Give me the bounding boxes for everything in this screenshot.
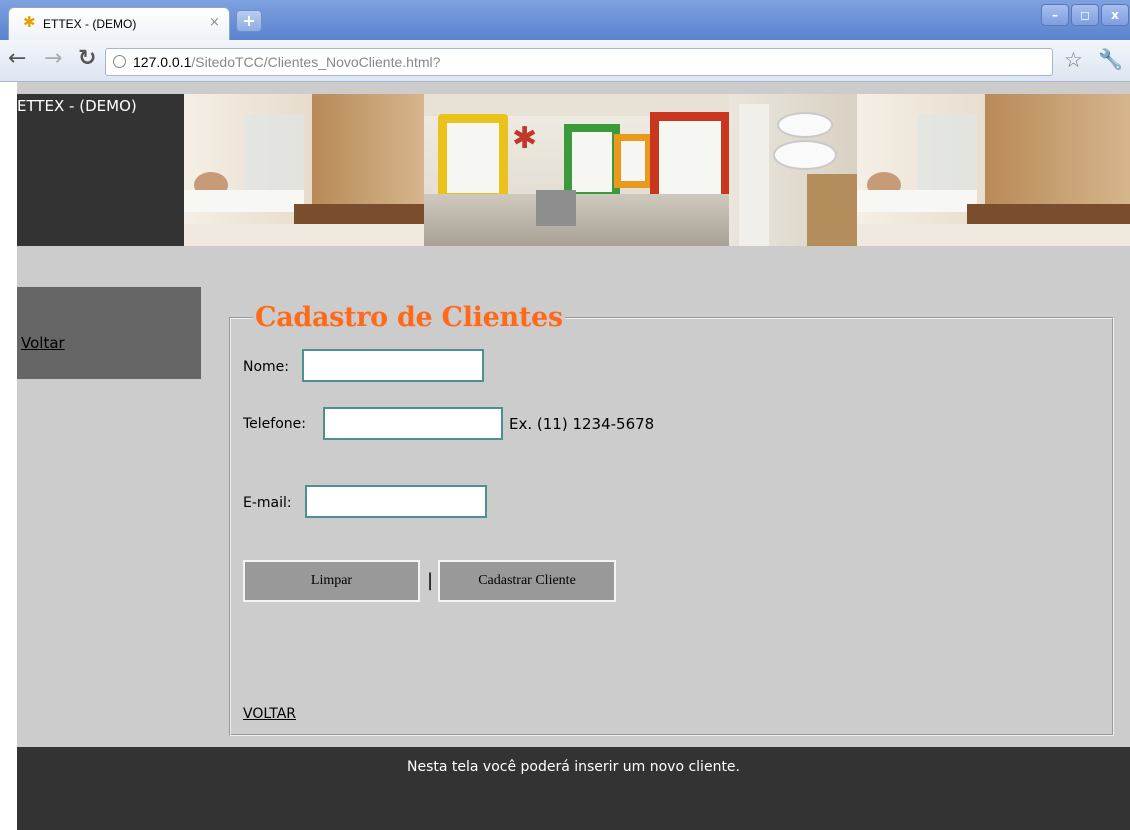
- url-host: 127.0.0.1: [133, 54, 192, 70]
- new-tab-button[interactable]: +: [236, 10, 262, 32]
- email-label: E-mail:: [243, 495, 292, 511]
- forward-arrow-icon[interactable]: →: [44, 48, 62, 70]
- reload-icon[interactable]: ↻: [78, 48, 96, 70]
- salon-mirrors-panel: ✱: [424, 94, 729, 246]
- email-input[interactable]: [305, 485, 487, 518]
- close-window-button[interactable]: x: [1101, 4, 1129, 26]
- maximize-button[interactable]: ◻: [1071, 4, 1099, 26]
- address-bar[interactable]: 127.0.0.1/SitedoTCC/Clientes_NovoCliente…: [105, 48, 1053, 76]
- url-path: /SitedoTCC/Clientes_NovoCliente.html?: [191, 54, 441, 70]
- page-body: ETTEX - (DEMO) ✱ Voltar Cadastro de Clie…: [17, 82, 1130, 830]
- sidebar: Voltar: [17, 287, 201, 379]
- site-logo-text: ETTEX - (DEMO): [17, 97, 137, 115]
- page-footer: Nesta tela você poderá inserir um novo c…: [17, 747, 1130, 830]
- telefone-label: Telefone:: [243, 416, 306, 432]
- limpar-button[interactable]: Limpar: [243, 560, 420, 602]
- back-arrow-icon[interactable]: ←: [8, 48, 26, 70]
- tab-title: ETTEX - (DEMO): [43, 17, 137, 31]
- wash-basins-panel: [729, 94, 857, 246]
- form-title: Cadastro de Clientes: [255, 302, 563, 333]
- telefone-input[interactable]: [323, 407, 503, 440]
- browser-title-bar: ✱ ETTEX - (DEMO) × + – ◻ x: [0, 0, 1130, 40]
- sidebar-voltar-link[interactable]: Voltar: [21, 334, 65, 352]
- minimize-button[interactable]: –: [1041, 4, 1069, 26]
- button-separator: |: [427, 570, 434, 591]
- bookmark-star-icon[interactable]: ☆: [1064, 49, 1083, 71]
- voltar-bottom-link[interactable]: VOLTAR: [243, 706, 296, 722]
- page-info-icon[interactable]: [113, 55, 126, 68]
- telefone-hint: Ex. (11) 1234-5678: [509, 415, 655, 433]
- salon-banner-image: ✱: [184, 94, 1130, 246]
- browser-toolbar: ← → ↻ 127.0.0.1/SitedoTCC/Clientes_NovoC…: [0, 40, 1130, 82]
- nome-input[interactable]: [302, 349, 484, 382]
- footer-text: Nesta tela você poderá inserir um novo c…: [406, 759, 740, 775]
- spa-room-panel-repeat: [857, 94, 1130, 246]
- url-text: 127.0.0.1/SitedoTCC/Clientes_NovoCliente…: [133, 54, 440, 70]
- wrench-icon[interactable]: 🔧: [1098, 48, 1123, 70]
- star-favicon-icon: ✱: [23, 13, 36, 31]
- tab-close-icon[interactable]: ×: [209, 15, 220, 30]
- cadastrar-cliente-button[interactable]: Cadastrar Cliente: [438, 560, 616, 602]
- site-logo-block: ETTEX - (DEMO): [17, 94, 184, 246]
- nome-label: Nome:: [243, 359, 290, 375]
- browser-tab[interactable]: ✱ ETTEX - (DEMO) ×: [8, 7, 230, 40]
- spa-room-panel: [184, 94, 424, 246]
